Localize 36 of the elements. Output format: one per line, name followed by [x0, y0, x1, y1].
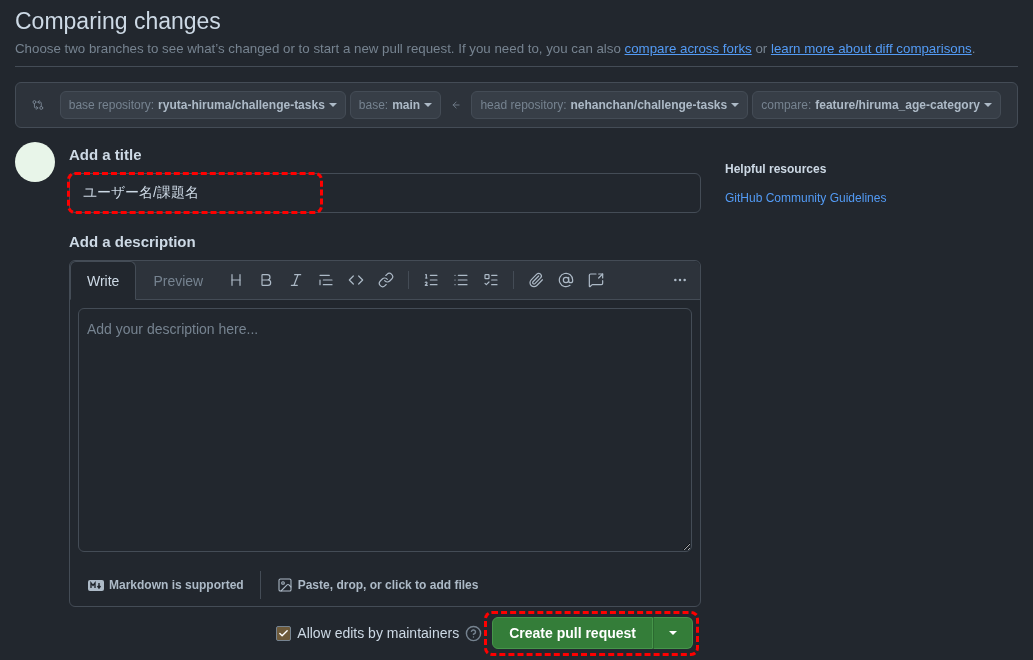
- branch-selector[interactable]: base repository: ryuta-hiruma/challenge-tasks: [59, 91, 346, 119]
- description-textarea[interactable]: Add your description here...: [78, 308, 692, 552]
- task-list-icon[interactable]: [483, 272, 500, 288]
- page-subtitle: Choose two branches to see what’s changed or to start a new pull request. If you need to, you can also compare across forks or learn more about diff comparisons.: [15, 41, 1018, 67]
- reference-icon[interactable]: [588, 272, 605, 288]
- bullet-list-icon[interactable]: [453, 272, 470, 288]
- checkbox[interactable]: [276, 625, 292, 641]
- quote-icon[interactable]: [318, 272, 335, 288]
- title-input[interactable]: ユーザー名/課題名: [69, 173, 701, 213]
- link-icon[interactable]: [378, 272, 395, 288]
- checkbox-label: Allow edits by maintainers: [297, 625, 460, 641]
- attach-files-note[interactable]: Paste, drop, or click to add files: [276, 577, 479, 593]
- sidebar-title: Helpful resources: [725, 162, 828, 176]
- markdown-note[interactable]: Markdown is supported: [88, 578, 244, 592]
- image-icon: [276, 577, 293, 593]
- paperclip-icon[interactable]: [528, 272, 545, 288]
- sidebar-link[interactable]: GitHub Community Guidelines: [725, 191, 887, 205]
- description-label: Add a description: [69, 233, 197, 250]
- code-icon[interactable]: [348, 272, 365, 288]
- help-icon[interactable]: [465, 624, 483, 642]
- subtitle-link[interactable]: learn more about diff comparisons: [770, 41, 972, 56]
- branch-selector[interactable]: base: main: [349, 91, 442, 119]
- numbered-list-icon[interactable]: [423, 272, 440, 288]
- avatar: [15, 142, 55, 182]
- title-label: Add a title: [69, 146, 143, 163]
- editor-tab[interactable]: Write: [70, 261, 137, 300]
- checkmark-icon: [278, 627, 290, 639]
- page-title: Comparing changes: [15, 8, 222, 35]
- mention-icon[interactable]: [558, 272, 575, 288]
- subtitle-link[interactable]: compare across forks: [624, 41, 752, 56]
- create-pull-request-button[interactable]: Create pull request: [492, 617, 653, 649]
- markdown-icon: [88, 579, 104, 591]
- branch-selector[interactable]: compare: feature/hiruma_age-category: [752, 91, 1001, 119]
- branch-selector[interactable]: head repository: nehanchan/challenge-tasks: [471, 91, 749, 119]
- compare-icon: [32, 97, 44, 113]
- editor-tab[interactable]: Preview: [136, 261, 221, 300]
